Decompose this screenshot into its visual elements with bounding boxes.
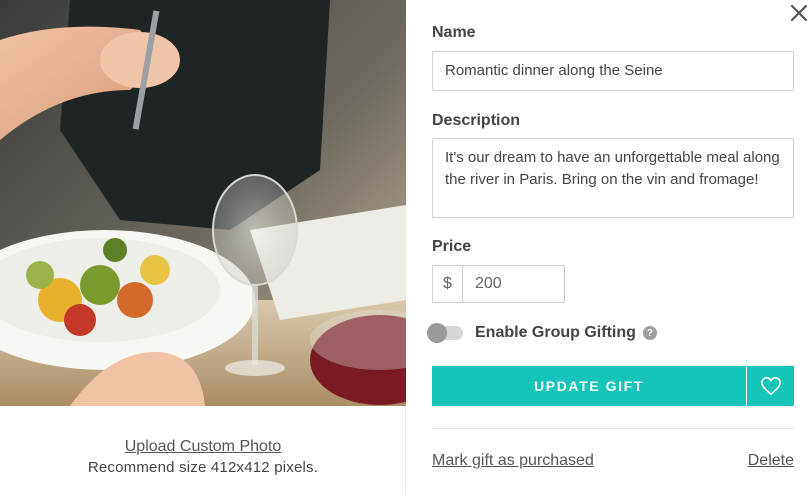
currency-symbol: $ <box>432 265 462 303</box>
price-input[interactable]: 200 <box>462 265 565 303</box>
delete-link[interactable]: Delete <box>748 452 794 470</box>
upload-custom-photo-link[interactable]: Upload Custom Photo <box>125 438 282 456</box>
price-label: Price <box>432 238 472 255</box>
group-gifting-row: Enable Group Gifting ? <box>427 323 657 343</box>
group-gifting-toggle[interactable] <box>427 323 463 343</box>
update-gift-button[interactable]: UPDATE GIFT <box>432 366 746 406</box>
gift-photo <box>0 0 406 406</box>
name-input[interactable]: Romantic dinner along the Seine <box>432 51 794 91</box>
upload-area: Upload Custom Photo Recommend size 412x4… <box>0 406 406 495</box>
heart-icon[interactable] <box>747 366 794 406</box>
description-textarea[interactable]: It's our dream to have an unforgettable … <box>432 138 794 218</box>
description-label: Description <box>432 112 521 129</box>
help-icon[interactable]: ? <box>642 326 657 340</box>
price-field: $ 200 <box>432 265 565 303</box>
toggle-knob <box>427 323 447 343</box>
group-gifting-label: Enable Group Gifting <box>475 324 636 341</box>
divider <box>432 428 794 429</box>
name-label: Name <box>432 24 476 41</box>
mark-purchased-link[interactable]: Mark gift as purchased <box>432 452 594 470</box>
gift-form: Name Romantic dinner along the Seine Des… <box>407 0 812 495</box>
photo-panel: Upload Custom Photo Recommend size 412x4… <box>0 0 406 495</box>
close-icon[interactable] <box>790 4 808 22</box>
upload-size-hint: Recommend size 412x412 pixels. <box>87 459 319 476</box>
